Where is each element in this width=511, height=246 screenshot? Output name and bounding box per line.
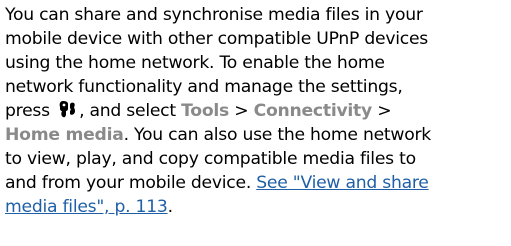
text-line-2: mobile device with other compatible UPnP… bbox=[5, 29, 429, 49]
cross-reference-link-part2[interactable]: media files", p. 113 bbox=[5, 197, 168, 217]
press-text: press bbox=[5, 101, 50, 121]
text-line-1: You can share and synchronise media file… bbox=[5, 5, 423, 25]
text-line-8-start: and from your mobile device. bbox=[5, 173, 252, 193]
text-line-6: Home media. You can also use the home ne… bbox=[5, 123, 508, 147]
menu-key-icon bbox=[59, 101, 76, 118]
text-line-8: and from your mobile device. See "View a… bbox=[5, 171, 508, 195]
menu-path-home-media: Home media bbox=[5, 125, 124, 145]
text-line-4: network functionality and manage the set… bbox=[5, 77, 403, 97]
text-line-6-rest: . You can also use the home network bbox=[123, 125, 432, 145]
document-page: You can share and synchronise media file… bbox=[5, 3, 508, 219]
select-text: , and select bbox=[79, 101, 176, 121]
text-line-3: using the home network. To enable the ho… bbox=[5, 53, 385, 73]
cross-reference-link-part1[interactable]: See "View and share bbox=[256, 173, 429, 193]
text-line-9-end: . bbox=[167, 197, 173, 217]
menu-separator-2: > bbox=[377, 101, 392, 121]
text-line-5: press , and select Tools > Connectivity … bbox=[5, 99, 508, 123]
menu-path-tools: Tools bbox=[181, 101, 230, 121]
text-line-7: to view, play, and copy compatible media… bbox=[5, 149, 416, 169]
menu-separator-1: > bbox=[234, 101, 249, 121]
text-line-9: media files", p. 113. bbox=[5, 195, 508, 219]
menu-path-connectivity: Connectivity bbox=[253, 101, 373, 121]
